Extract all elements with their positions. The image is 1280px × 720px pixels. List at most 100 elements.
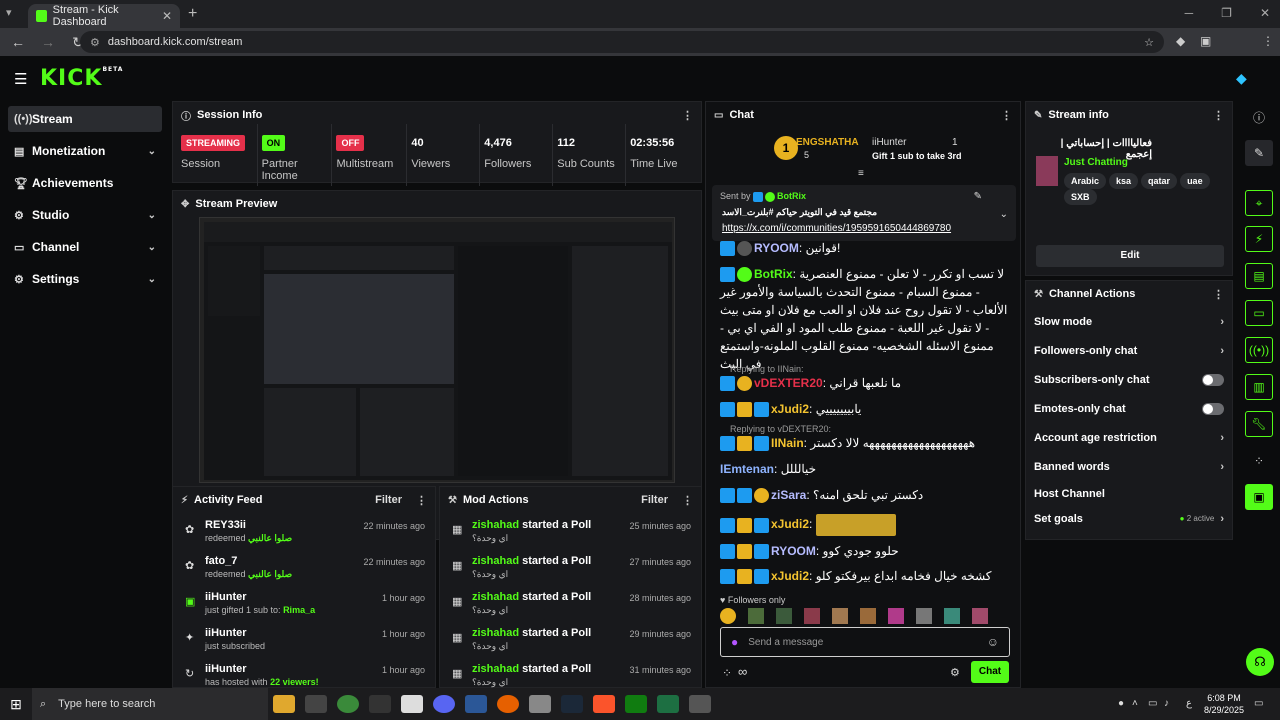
chat-username[interactable]: xJudi2 — [771, 517, 809, 531]
emote-icon[interactable] — [720, 608, 736, 624]
kicks-gem-icon[interactable]: ◆ — [1236, 70, 1247, 87]
host-channel-row[interactable]: Host Channel — [1026, 481, 1232, 506]
sidebar-item-channel[interactable]: ▭ Channel ⌄ — [8, 234, 162, 260]
network-icon[interactable]: ▭ — [1148, 698, 1157, 709]
more-options-icon[interactable]: ⋮ — [1213, 109, 1224, 122]
infinity-icon[interactable]: ∞ — [738, 664, 747, 679]
banned-words-row[interactable]: Banned words › — [1026, 452, 1232, 481]
sidebar-item-monetization[interactable]: ▤ Monetization ⌄ — [8, 138, 162, 164]
filter-button[interactable]: Filter — [641, 494, 668, 506]
gift-cta[interactable]: Gift 1 sub to take 3rd — [872, 151, 962, 161]
sidebar-item-stream[interactable]: ((•)) Stream — [8, 106, 162, 132]
more-options-icon[interactable]: ⋮ — [416, 494, 427, 507]
chat-username[interactable]: IINain — [771, 436, 804, 450]
kicks-icon[interactable]: ⁘ — [722, 666, 732, 680]
help-headset-icon[interactable]: ☊ — [1246, 648, 1274, 676]
chat-username[interactable]: ziSara — [771, 488, 806, 502]
bookmark-star-icon[interactable]: ☆ — [1144, 36, 1154, 49]
hamburger-menu-icon[interactable]: ☰ — [14, 70, 27, 88]
subscribers-only-toggle[interactable] — [1202, 373, 1224, 386]
kicks-icon[interactable]: ⁘ — [1245, 448, 1273, 474]
pin-icon[interactable]: ✎ — [974, 191, 982, 202]
address-bar[interactable]: ⚙ dashboard.kick.com/stream ☆ — [80, 31, 1164, 53]
pin-link[interactable]: https://x.com/i/communities/195959165044… — [722, 223, 951, 234]
kick-logo[interactable]: KICKBETA — [40, 66, 123, 91]
chevron-down-icon[interactable]: ⌄ — [1000, 209, 1008, 220]
layout-icon[interactable]: ▥ — [1245, 374, 1273, 400]
close-tab-icon[interactable]: ✕ — [162, 9, 172, 23]
collapse-icon[interactable]: ≡ — [858, 168, 864, 179]
sidebar-item-settings[interactable]: ⚙ Settings ⌄ — [8, 266, 162, 292]
lightning-icon[interactable]: ⚡︎ — [1245, 226, 1273, 252]
file-explorer-icon[interactable] — [273, 695, 295, 713]
firefox-icon[interactable] — [497, 695, 519, 713]
mod-user[interactable]: zishahad — [472, 627, 519, 639]
brave-icon[interactable] — [593, 695, 615, 713]
followers-only-row[interactable]: Followers-only chat › — [1026, 336, 1232, 365]
minimize-icon[interactable]: ─ — [1185, 6, 1194, 20]
chat-username[interactable]: RYOOM — [754, 241, 799, 255]
mod-user[interactable]: zishahad — [472, 663, 519, 675]
more-options-icon[interactable]: ⋮ — [1001, 109, 1012, 122]
xbox-icon[interactable] — [625, 695, 647, 713]
account-age-row[interactable]: Account age restriction › — [1026, 423, 1232, 452]
windows-start-icon[interactable]: ⊞ — [0, 696, 32, 713]
restore-icon[interactable]: ❐ — [1221, 6, 1232, 20]
pin-user[interactable]: BotRix — [777, 191, 806, 201]
emote-icon[interactable] — [748, 608, 764, 624]
slow-mode-row[interactable]: Slow mode › — [1026, 307, 1232, 336]
extensions-puzzle-icon[interactable]: ▣ — [1200, 34, 1211, 48]
volume-icon[interactable]: ♪ — [1164, 698, 1169, 709]
chat-username[interactable]: BotRix — [754, 267, 793, 281]
category-thumbnail[interactable] — [1036, 156, 1058, 186]
browser-tab[interactable]: Stream - Kick Dashboard ✕ — [28, 4, 180, 28]
edit-stream-info-button[interactable]: Edit — [1036, 245, 1224, 267]
chrome-icon[interactable] — [337, 695, 359, 713]
chat-settings-gear-icon[interactable]: ⚙ — [950, 666, 960, 679]
category-name[interactable]: Just Chatting — [1064, 157, 1128, 168]
send-chat-button[interactable]: Chat — [971, 661, 1009, 683]
mod-user[interactable]: zishahad — [472, 555, 519, 567]
steam-icon[interactable] — [561, 695, 583, 713]
site-info-icon[interactable]: ⚙ — [90, 36, 100, 49]
excel-icon[interactable] — [657, 695, 679, 713]
wrench-icon[interactable]: 🔧︎ — [1245, 411, 1273, 437]
target-icon[interactable]: ⌖ — [1245, 190, 1273, 216]
set-goals-row[interactable]: Set goals ● 2 active › — [1026, 506, 1232, 531]
tag-chip[interactable]: Arabic — [1064, 173, 1107, 189]
obs-icon[interactable] — [369, 695, 391, 713]
emote-icon[interactable] — [860, 608, 876, 624]
more-options-icon[interactable]: ⋮ — [1213, 288, 1224, 301]
emote-icon[interactable] — [804, 608, 820, 624]
calculator-icon[interactable] — [401, 695, 423, 713]
browser-menu-icon[interactable]: ⋮ — [1262, 34, 1274, 48]
clock[interactable]: 6:08 PM 8/29/2025 — [1204, 692, 1244, 716]
tag-chip[interactable]: qatar — [1141, 173, 1178, 189]
sidebar-item-achievements[interactable]: 🏆︎ Achievements — [8, 170, 162, 196]
chat-username[interactable]: xJudi2 — [771, 402, 809, 416]
edit-icon[interactable]: ✎ — [1245, 140, 1273, 166]
mic-icon[interactable]: ● — [731, 635, 738, 649]
word-icon[interactable] — [465, 695, 487, 713]
emote-icon[interactable] — [776, 608, 792, 624]
clapperboard-icon[interactable]: ▣ — [1245, 484, 1273, 510]
tray-chevron-icon[interactable]: ˄ — [1132, 698, 1138, 709]
chat-username[interactable]: IEmtenan — [720, 462, 774, 476]
emoji-icon[interactable]: ☺ — [987, 635, 999, 649]
emote-icon[interactable] — [972, 608, 988, 624]
app-icon[interactable] — [689, 695, 711, 713]
chat-username[interactable]: xJudi2 — [771, 569, 809, 583]
document-icon[interactable]: ▤ — [1245, 263, 1273, 289]
more-options-icon[interactable]: ⋮ — [682, 109, 693, 122]
tag-chip[interactable]: SXB — [1064, 189, 1097, 205]
forward-icon[interactable]: → — [36, 34, 60, 50]
tag-chip[interactable]: ksa — [1109, 173, 1139, 189]
back-icon[interactable]: ← — [6, 34, 30, 50]
filter-button[interactable]: Filter — [375, 494, 402, 506]
emote-icon[interactable] — [888, 608, 904, 624]
taskbar-search[interactable]: ⌕ Type here to search — [32, 688, 268, 720]
discord-icon[interactable] — [433, 695, 455, 713]
mic-icon[interactable]: ● — [1118, 698, 1124, 709]
top-gifter-2-name[interactable]: iiHunter — [872, 137, 906, 148]
stream-preview-video[interactable] — [199, 217, 675, 483]
